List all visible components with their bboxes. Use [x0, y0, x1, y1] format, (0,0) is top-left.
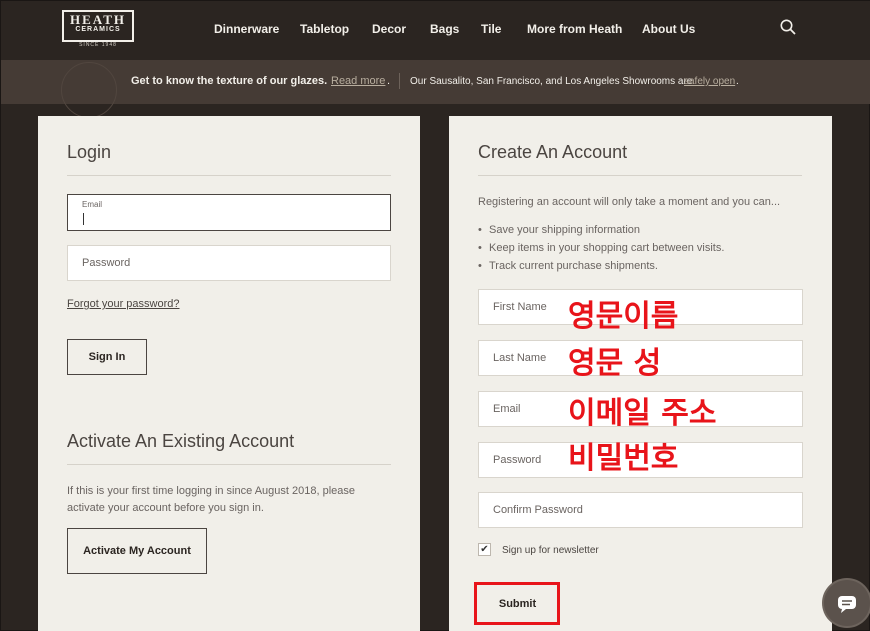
- promo-divider: [399, 73, 400, 89]
- nav-tabletop[interactable]: Tabletop: [300, 22, 349, 36]
- activate-text: If this is your first time logging in si…: [67, 485, 355, 514]
- annotation-email: 이메일 주소: [568, 396, 717, 431]
- nav-dinnerware[interactable]: Dinnerware: [214, 22, 279, 36]
- create-divider: [478, 175, 802, 176]
- register-email-placeholder: Email: [493, 403, 521, 415]
- sign-in-button[interactable]: Sign In: [67, 339, 147, 375]
- newsletter-checkbox[interactable]: ✔: [478, 543, 491, 556]
- chat-bubble-icon: [838, 596, 856, 613]
- promo-text-1: Get to know the texture of our glazes.: [131, 75, 328, 87]
- activate-account-button[interactable]: Activate My Account: [67, 528, 207, 574]
- chat-button[interactable]: [824, 580, 870, 626]
- annotation-first-name: 영문이름: [568, 299, 679, 334]
- logo-line3: SINCE 1948: [79, 42, 117, 48]
- create-bullet-2: Keep items in your shopping cart between…: [478, 242, 724, 254]
- forgot-password-link[interactable]: Forgot your password?: [67, 298, 180, 310]
- last-name-placeholder: Last Name: [493, 352, 547, 364]
- create-intro: Registering an account will only take a …: [478, 196, 781, 208]
- confirm-password-input[interactable]: Confirm Password: [478, 492, 803, 528]
- create-bullet-3: Track current purchase shipments.: [478, 260, 658, 272]
- login-divider: [67, 175, 391, 176]
- annotation-last-name: 영문 성: [568, 346, 662, 381]
- annotation-highlight-box: [474, 582, 560, 625]
- login-email-input[interactable]: Email: [67, 194, 391, 231]
- promo-period-2: .: [736, 76, 739, 87]
- promo-bar: Get to know the texture of our glazes. R…: [1, 60, 870, 118]
- nav-tile[interactable]: Tile: [481, 22, 501, 36]
- create-title: Create An Account: [478, 142, 628, 162]
- login-email-label: Email: [82, 200, 103, 209]
- search-icon[interactable]: [780, 19, 796, 35]
- nav-about-us[interactable]: About Us: [642, 22, 695, 36]
- register-password-placeholder: Password: [493, 454, 542, 466]
- nav-bags[interactable]: Bags: [430, 22, 459, 36]
- promo-text-2: Our Sausalito, San Francisco, and Los An…: [410, 76, 693, 87]
- login-title: Login: [67, 142, 112, 162]
- promo-period: .: [387, 75, 391, 87]
- nav-decor[interactable]: Decor: [372, 22, 406, 36]
- login-password-input[interactable]: Password: [67, 245, 391, 281]
- logo-line1: HEATH: [70, 12, 126, 27]
- newsletter-label: Sign up for newsletter: [502, 545, 599, 556]
- promo-emblem-icon: [61, 62, 117, 118]
- first-name-placeholder: First Name: [493, 301, 547, 313]
- activate-title: Activate An Existing Account: [67, 431, 295, 451]
- top-navigation: HEATH CERAMICS SINCE 1948 Dinnerware Tab…: [1, 1, 870, 60]
- nav-more-from-heath[interactable]: More from Heath: [527, 22, 622, 36]
- confirm-password-placeholder: Confirm Password: [493, 504, 583, 516]
- heath-ceramics-logo[interactable]: HEATH CERAMICS SINCE 1948: [62, 10, 134, 48]
- logo-line2: CERAMICS: [75, 26, 121, 33]
- promo-safely-open-link[interactable]: safely open: [684, 76, 735, 87]
- text-caret: [83, 213, 84, 225]
- promo-read-more-link[interactable]: Read more: [331, 75, 385, 87]
- activate-divider: [67, 464, 391, 465]
- login-password-placeholder: Password: [82, 257, 131, 269]
- create-bullet-1: Save your shipping information: [478, 224, 640, 236]
- annotation-password: 비밀번호: [568, 441, 679, 476]
